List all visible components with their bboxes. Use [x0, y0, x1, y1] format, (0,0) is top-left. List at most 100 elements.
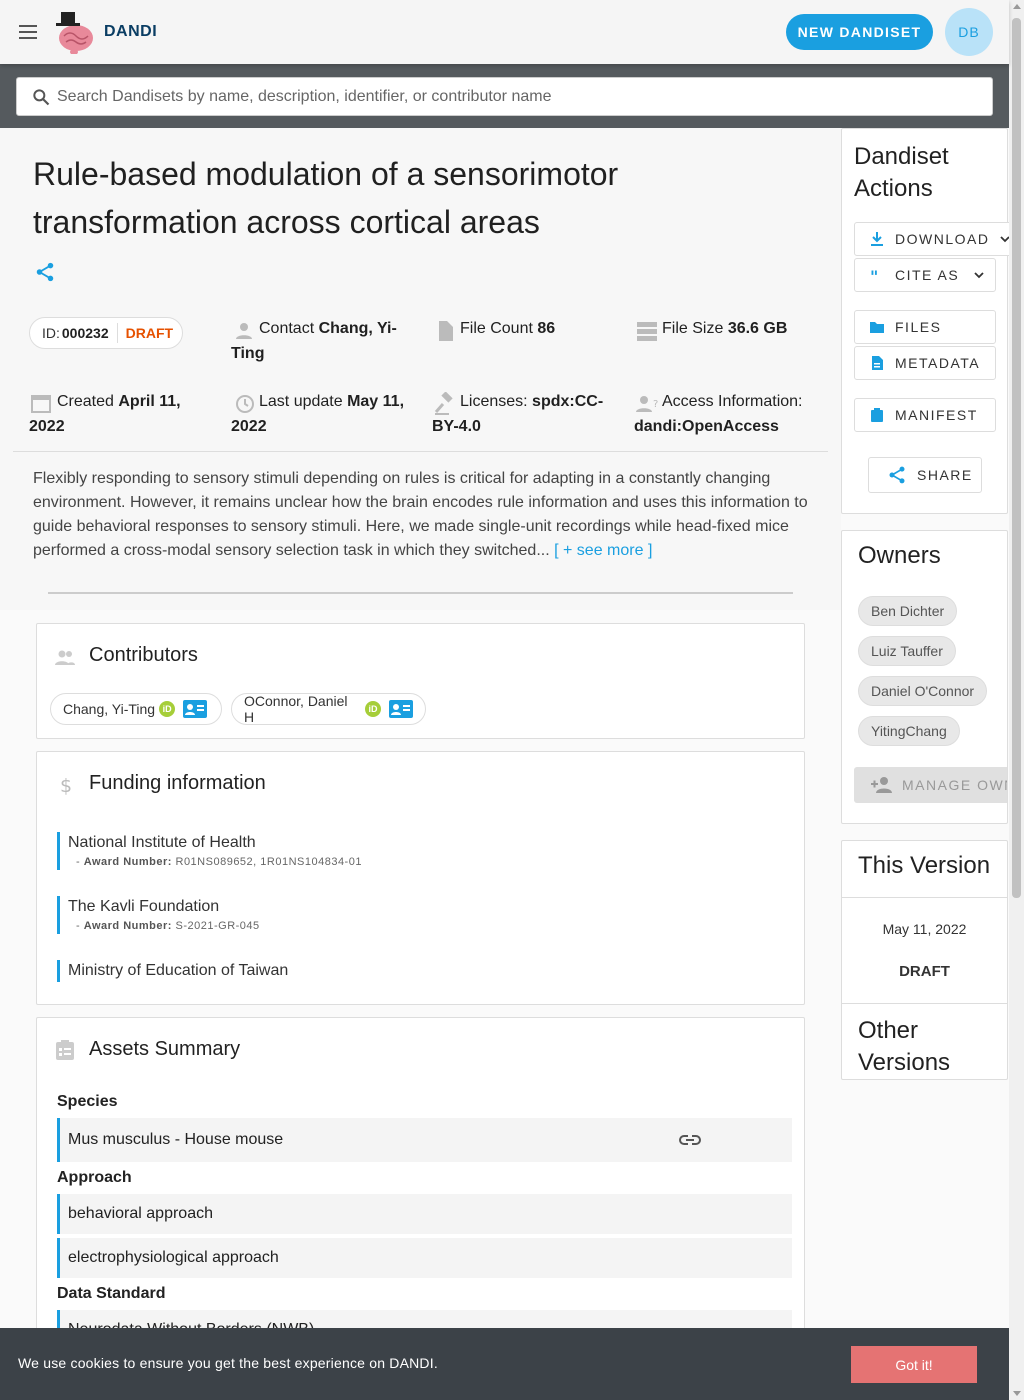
- contact-card-icon[interactable]: [389, 700, 413, 718]
- share-label: SHARE: [917, 467, 973, 483]
- contributors-card: Contributors Chang, Yi-Ting iD OConnor, …: [36, 623, 805, 739]
- file-size: 36.6 GB: [727, 320, 788, 337]
- page-scrollbar[interactable]: [1009, 0, 1024, 1400]
- files-label: FILES: [895, 319, 942, 335]
- scroll-up-icon[interactable]: [1013, 4, 1021, 9]
- search-band: [0, 64, 1009, 128]
- files-button[interactable]: FILES: [854, 310, 996, 344]
- file-count: 86: [537, 320, 556, 337]
- owners-title: Owners: [858, 542, 941, 569]
- other-versions-title: Other Versions: [858, 1017, 951, 1076]
- dandiset-description: Flexibly responding to sensory stimuli d…: [33, 467, 808, 563]
- award-number: R01NS089652, 1R01NS104834-01: [175, 856, 362, 868]
- dandi-logo[interactable]: [52, 10, 96, 54]
- search-icon: [33, 89, 50, 106]
- funding-item: The Kavli Foundation - Award Number: S-2…: [57, 896, 260, 934]
- access-label: Access Information:: [662, 393, 803, 410]
- brand-name[interactable]: DANDI: [104, 23, 157, 41]
- last-update-info: Last update May 11, 2022: [231, 389, 416, 439]
- actions-title: Dandiset Actions: [854, 143, 949, 202]
- contributors-title: Contributors: [89, 644, 198, 666]
- assignment-icon: [56, 1040, 74, 1060]
- species-value: Mus musculus - House mouse: [68, 1131, 284, 1148]
- cookie-accept-button[interactable]: Got it!: [851, 1346, 977, 1383]
- search-input[interactable]: [57, 78, 977, 115]
- link-icon[interactable]: [678, 1128, 702, 1152]
- share-button[interactable]: SHARE: [868, 457, 982, 493]
- version-date[interactable]: May 11, 2022: [842, 921, 1007, 937]
- approach-row: electrophysiological approach: [57, 1238, 792, 1278]
- license-info: Licenses: spdx:CC-BY-4.0: [432, 389, 612, 439]
- created-info: Created April 11, 2022: [29, 389, 209, 439]
- contributor-name: Chang, Yi-Ting: [63, 701, 156, 717]
- funder-name: Ministry of Education of Taiwan: [68, 962, 289, 979]
- cite-as-label: CITE AS: [895, 267, 960, 283]
- contributor-chip[interactable]: Chang, Yi-Ting iD: [50, 693, 222, 725]
- licenses-label: Licenses:: [460, 393, 528, 410]
- person-icon: [236, 323, 252, 339]
- dollar-icon: $: [60, 775, 72, 797]
- version-status[interactable]: DRAFT: [842, 963, 1007, 980]
- dandiset-title: Rule-based modulation of a sensorimotor …: [33, 156, 619, 240]
- contact-label: Contact: [259, 320, 315, 337]
- award-label: Award Number:: [83, 856, 172, 868]
- metadata-button[interactable]: METADATA: [854, 346, 996, 380]
- assets-summary-title: Assets Summary: [89, 1038, 241, 1060]
- dandiset-actions-card: Dandiset Actions DOWNLOAD " CITE AS FILE…: [841, 128, 1014, 514]
- owner-chip[interactable]: YitingChang: [858, 716, 960, 746]
- this-version-title: This Version: [858, 852, 991, 879]
- dandiset-id: 000232: [61, 325, 109, 341]
- funding-item: Ministry of Education of Taiwan: [57, 960, 288, 982]
- award-line: - Award Number: R01NS089652, 1R01NS10483…: [76, 856, 362, 868]
- calendar-icon: [31, 395, 51, 413]
- file-count-info: File Count 86: [432, 316, 612, 341]
- contributor-name: OConnor, Daniel H: [244, 693, 348, 725]
- file-count-label: File Count: [460, 320, 533, 337]
- new-dandiset-button[interactable]: NEW DANDISET: [786, 14, 933, 50]
- manage-owners-label: MANAGE OWNERS: [902, 777, 1007, 793]
- contact-card-icon[interactable]: [183, 700, 208, 718]
- svg-text:?: ?: [653, 399, 658, 410]
- menu-icon[interactable]: [16, 20, 40, 44]
- scrollbar-thumb[interactable]: [1012, 18, 1021, 898]
- clipboard-icon: [871, 408, 883, 422]
- divider: [13, 451, 828, 452]
- svg-text:$: $: [60, 775, 72, 797]
- add-person-icon: [871, 777, 892, 793]
- user-avatar[interactable]: DB: [945, 8, 993, 56]
- award-label: Award Number:: [83, 920, 172, 932]
- metadata-label: METADATA: [895, 355, 981, 371]
- download-icon: [871, 232, 883, 246]
- description-text: Flexibly responding to sensory stimuli d…: [33, 470, 808, 559]
- orcid-icon[interactable]: iD: [365, 701, 381, 717]
- funder-name: The Kavli Foundation: [68, 898, 220, 915]
- award-number: S-2021-GR-045: [175, 920, 260, 932]
- manifest-button[interactable]: MANIFEST: [854, 398, 996, 432]
- orcid-icon[interactable]: iD: [159, 701, 176, 717]
- owner-chip[interactable]: Ben Dichter: [858, 596, 958, 626]
- see-more-link[interactable]: [ + see more ]: [554, 542, 652, 559]
- contributor-chip[interactable]: OConnor, Daniel H iD: [231, 693, 426, 725]
- file-size-info: File Size 36.6 GB: [634, 316, 824, 341]
- cite-as-button[interactable]: " CITE AS: [854, 258, 996, 292]
- species-row: Mus musculus - House mouse: [57, 1118, 792, 1162]
- owner-chip[interactable]: Luiz Tauffer: [858, 636, 956, 666]
- cookie-banner: We use cookies to ensure you get the bes…: [0, 1328, 1009, 1400]
- approach-value: behavioral approach: [68, 1205, 213, 1222]
- owners-card: Owners Ben Dichter Luiz Tauffer Daniel O…: [841, 530, 1008, 824]
- manage-owners-button[interactable]: MANAGE OWNERS: [854, 767, 1007, 803]
- chevron-down-icon: [974, 272, 984, 279]
- person-question-icon: ?: [636, 396, 658, 412]
- owner-chip[interactable]: Daniel O'Connor: [858, 676, 988, 706]
- quote-icon: ": [870, 267, 878, 283]
- storage-icon: [637, 322, 657, 341]
- scroll-down-icon[interactable]: [1013, 1391, 1021, 1396]
- file-size-label: File Size: [662, 320, 724, 337]
- cookie-message: We use cookies to ensure you get the bes…: [18, 1355, 438, 1371]
- share-icon[interactable]: [34, 261, 56, 283]
- funding-title: Funding information: [89, 772, 266, 794]
- status-badge: DRAFT: [125, 325, 174, 341]
- download-button[interactable]: DOWNLOAD: [854, 222, 1014, 256]
- access-value: dandi:OpenAccess: [634, 418, 779, 435]
- funding-item: National Institute of Health - Award Num…: [57, 832, 362, 870]
